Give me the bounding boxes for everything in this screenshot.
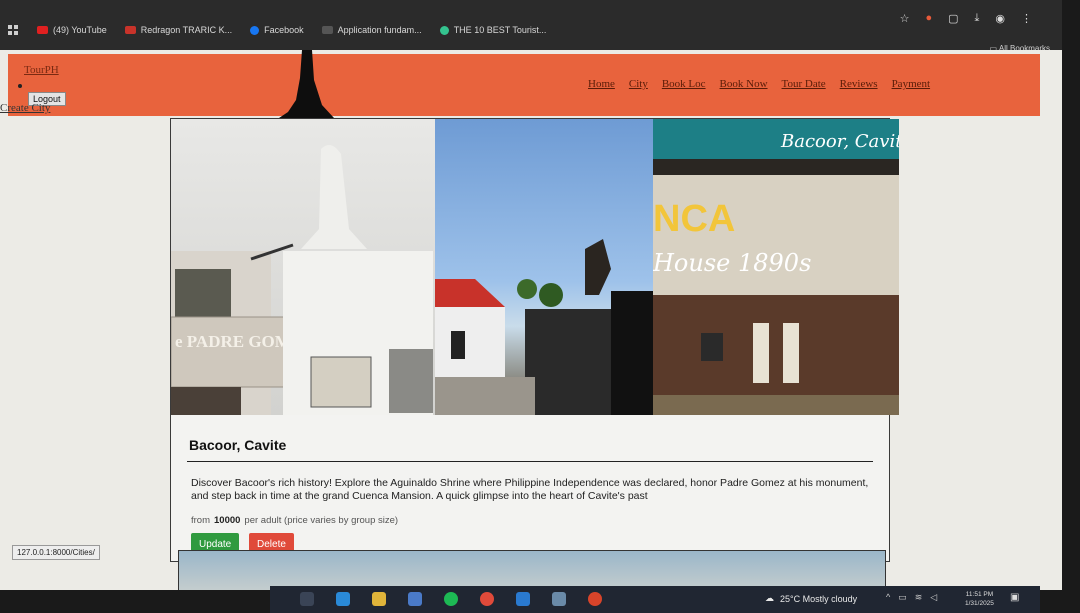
chevron-up-icon[interactable]: ^: [886, 592, 890, 603]
mansion-photo: Bacoor, Cavite NCA House 1890s: [653, 119, 899, 415]
redragon-icon: [124, 26, 136, 34]
chrome-icon[interactable]: [480, 592, 494, 606]
next-city-card: [178, 550, 886, 590]
list-bullet: [18, 84, 22, 88]
volume-icon[interactable]: ◁: [930, 592, 937, 603]
weather-widget[interactable]: ☁ 25°C Mostly cloudy: [765, 593, 857, 604]
notification-icon[interactable]: ▣: [1010, 592, 1019, 603]
facebook-icon: [250, 25, 260, 35]
nav-city[interactable]: City: [629, 78, 648, 90]
navbar: TourPH Home City Book Loc Book Now Tour …: [8, 54, 1040, 116]
browser-chrome: (49) YouTube Redragon TRARIC K... Facebo…: [0, 0, 1062, 53]
city-card: e PADRE GOMES Bacoor, Cavi NCA House 189…: [170, 118, 899, 563]
windows-taskbar: ☁ 25°C Mostly cloudy ^ ▭ ≋ ◁ 11:51 PM 1/31…: [270, 586, 1040, 613]
mansion-caption: Bacoor, Cavite: [780, 131, 899, 152]
page-icon: [321, 26, 333, 34]
bookmark-facebook[interactable]: Facebook: [250, 25, 304, 35]
chrome-alt-icon[interactable]: [588, 592, 602, 606]
edge-icon[interactable]: [336, 592, 350, 606]
bookmarks-bar: (49) YouTube Redragon TRARIC K... Facebo…: [0, 18, 546, 42]
status-bar-url: 127.0.0.1:8000/Cities/: [12, 545, 100, 560]
brand-link[interactable]: TourPH: [24, 64, 59, 76]
profile-icon[interactable]: ◉: [995, 12, 1005, 25]
search-icon[interactable]: [300, 592, 314, 606]
nav-book-now[interactable]: Book Now: [720, 78, 768, 90]
chrome-toolbar-icons: ☆ ● ▢ ⤓ ◉ ⋮: [900, 12, 1032, 25]
bookmark-redragon[interactable]: Redragon TRARIC K...: [124, 25, 232, 35]
city-card-body: Bacoor, Cavite Discover Bacoor's rich hi…: [171, 419, 891, 563]
store-icon[interactable]: [408, 592, 422, 606]
taskbar-clock[interactable]: 11:51 PM 1/31/2025: [965, 590, 994, 608]
download-icon[interactable]: ⤓: [975, 12, 980, 25]
mansion-title: NCA: [653, 198, 735, 240]
nav-payment[interactable]: Payment: [892, 78, 931, 90]
price-suffix: per adult (price varies by group size): [244, 515, 399, 526]
star-icon[interactable]: ☆: [900, 12, 910, 25]
price-value: 10000: [214, 515, 241, 526]
puzzle-icon[interactable]: ▢: [948, 12, 958, 25]
create-city-link[interactable]: Create City: [0, 102, 50, 114]
spotify-icon[interactable]: [444, 592, 458, 606]
menu-kebab-icon[interactable]: ⋮: [1021, 12, 1032, 25]
explorer-icon[interactable]: [372, 592, 386, 606]
bookmark-application[interactable]: Application fundam...: [321, 25, 422, 35]
divider: [187, 461, 873, 462]
nav-home[interactable]: Home: [588, 78, 615, 90]
app-icon[interactable]: [552, 592, 566, 606]
nav-tour-date[interactable]: Tour Date: [782, 78, 826, 90]
shrine-drawing: [435, 239, 653, 415]
nav-links: Home City Book Loc Book Now Tour Date Re…: [588, 78, 930, 90]
page-viewport: TourPH Home City Book Loc Book Now Tour …: [0, 50, 1062, 590]
tripadvisor-icon: [439, 25, 449, 35]
mansion-drawing: Bacoor, Cavite NCA House 1890s: [653, 119, 899, 415]
bookmark-tripadvisor[interactable]: THE 10 BEST Tourist...: [439, 25, 546, 35]
wifi-icon[interactable]: ≋: [915, 592, 923, 603]
city-description: Discover Bacoor's rich history! Explore …: [191, 477, 869, 502]
city-image: e PADRE GOMES Bacoor, Cavi NCA House 189…: [171, 119, 899, 415]
cloud-icon: ☁: [765, 593, 774, 603]
extension-icon[interactable]: ●: [925, 12, 932, 25]
youtube-icon: [37, 26, 48, 34]
nav-reviews[interactable]: Reviews: [840, 78, 878, 90]
mansion-subtitle: House 1890s: [653, 249, 811, 277]
nav-book-loc[interactable]: Book Loc: [662, 78, 706, 90]
monument-photo: e PADRE GOMES: [171, 119, 435, 415]
vscode-icon[interactable]: [516, 592, 530, 606]
city-title: Bacoor, Cavite: [189, 437, 287, 453]
network-icon[interactable]: ▭: [898, 592, 907, 603]
shrine-photo: [435, 119, 653, 415]
bookmark-youtube[interactable]: (49) YouTube: [37, 25, 107, 35]
city-price: from 10000 per adult (price varies by grou…: [191, 515, 398, 526]
system-tray: ^ ▭ ≋ ◁: [886, 592, 937, 603]
taskbar-apps: [300, 592, 602, 606]
apps-grid-icon[interactable]: [8, 24, 19, 36]
price-prefix: from: [191, 515, 210, 526]
monument-drawing: e PADRE GOMES: [171, 145, 433, 415]
